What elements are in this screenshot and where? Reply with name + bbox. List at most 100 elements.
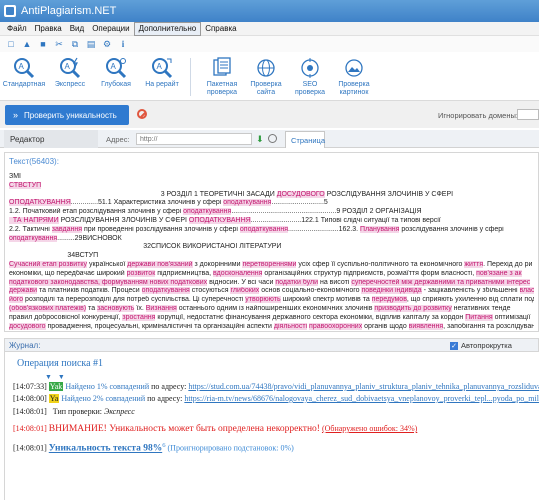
copy-icon[interactable]: ⧉ — [70, 39, 80, 49]
search-engine-badge: Yak — [48, 382, 64, 391]
highlighted-fragment: Питання — [465, 313, 493, 321]
text-line: держави та платників податків. Процеси о… — [9, 287, 534, 296]
svg-text:A: A — [65, 62, 71, 71]
highlighted-fragment: передумов — [371, 296, 407, 304]
check-rewrite-button[interactable]: A На рерайт — [140, 54, 184, 89]
download-icon[interactable]: ⬇ — [256, 134, 264, 145]
check-uniqueness-label: Проверить уникальность — [24, 110, 117, 120]
check-rewrite-label: На рерайт — [145, 81, 179, 88]
site-check-label: Проверка сайта — [250, 81, 282, 96]
text-fragment: української — [87, 260, 128, 268]
highlighted-fragment: розвиток — [126, 269, 156, 277]
check-uniqueness-button[interactable]: » Проверить уникальность — [5, 105, 129, 125]
check-express-button[interactable]: A Экспресс — [48, 54, 92, 89]
new-icon[interactable]: □ — [6, 39, 16, 49]
log-time: [14:08:01] — [13, 424, 47, 433]
stop-icon[interactable] — [137, 109, 147, 119]
highlighted-fragment: оподаткування — [223, 199, 272, 207]
text-fragment: : Р.С. Белкина, Г.М. Бірюкова, В — [420, 331, 524, 332]
highlighted-fragment: перетвореннями — [242, 260, 297, 268]
text-line: ОПОДАТКУВАННЯ..............51.1 Характер… — [9, 199, 534, 208]
address-input[interactable] — [136, 133, 252, 145]
text-line: його розподілі та перерозподілі для потр… — [9, 296, 534, 305]
menu-file[interactable]: Файл — [3, 23, 31, 35]
cut-icon[interactable]: ✂ — [54, 39, 64, 49]
text-line: досудового провадження, процесуальні, кр… — [9, 322, 534, 331]
highlighted-fragment: початковому — [9, 331, 50, 332]
text-fragment: 32СПИСОК ВИКОРИСТАНОЇ ЛІТЕРАТУРИ — [9, 243, 282, 251]
checkbox-checked-icon[interactable]: ✓ — [450, 341, 458, 350]
seo-check-button[interactable]: SEO проверка — [288, 54, 332, 97]
uniqueness-result[interactable]: Уникальность текста 98% — [49, 444, 162, 454]
text-line: 2.2. Тактичні завдання при проведенні ро… — [9, 225, 534, 235]
highlighted-fragment: Планування — [360, 225, 400, 233]
batch-check-button[interactable]: Пакетная проверка — [200, 54, 244, 97]
magnifier-a-deep-icon: A — [106, 58, 127, 79]
batch-check-label: Пакетная проверка — [206, 81, 238, 96]
menu-operations[interactable]: Операции — [88, 23, 133, 35]
highlighted-fragment: поведінки індивіда — [361, 287, 422, 295]
menu-help[interactable]: Справка — [201, 23, 240, 35]
log-url-link[interactable]: https://stud.com.ua/74438/pravo/vidi_pla… — [188, 382, 539, 391]
text-fragment: розподілі та перерозподілі для потреб су… — [23, 296, 246, 304]
seo-check-label: SEO проверка — [294, 81, 326, 96]
highlighted-fragment: судочинства — [119, 331, 159, 332]
highlighted-fragment: діяльності — [273, 322, 308, 330]
text-fragment: ...........................5 — [271, 199, 328, 207]
error-count-link[interactable]: (Обнаружено ошибок: 34%) — [322, 424, 417, 433]
warning-text: ВНИМАНИЕ! Уникальность может быть опреде… — [48, 424, 320, 434]
image-check-button[interactable]: Проверка картинок — [332, 54, 376, 97]
text-fragment: стосуються — [189, 287, 231, 295]
menu-edit[interactable]: Правка — [31, 23, 66, 35]
log-time: [14:08:00] — [13, 394, 47, 403]
tab-editor[interactable]: Редактор — [4, 130, 98, 148]
text-line: СТВСТУП — [9, 181, 534, 191]
ignored-substitutions: (Проигнорировано подстановок: 0%) — [167, 443, 294, 453]
menu-additional[interactable]: Дополнительно — [133, 21, 202, 36]
text-fragment: негативних тенде — [451, 304, 511, 312]
text-line: (обов'язкових платежів) та засновують їх… — [9, 304, 534, 314]
open-icon[interactable]: ▲ — [22, 39, 32, 49]
log-url-link[interactable]: https://ria-m.tv/news/68676/nalogovaya_c… — [184, 394, 539, 403]
image-check-label: Проверка картинок — [338, 81, 370, 96]
autoscroll-toggle[interactable]: ✓ Автопрокрутка — [450, 341, 512, 350]
text-fragment: та платників податків. Процеси — [37, 287, 142, 295]
autoscroll-label: Автопрокрутка — [461, 341, 512, 350]
check-deep-button[interactable]: A Глубокая — [94, 54, 138, 89]
text-fragment: організаційних структур підприємств, роз… — [262, 269, 477, 277]
paste-icon[interactable]: ▤ — [86, 39, 96, 49]
info-icon[interactable]: i — [118, 39, 128, 49]
ignore-domains-input[interactable] — [517, 109, 539, 120]
site-check-icon — [257, 59, 275, 77]
check-type-label: Тип проверки: — [52, 407, 104, 416]
expand-arrows-icon[interactable]: ▼▼ — [45, 373, 71, 381]
double-chevron-icon: » — [13, 110, 19, 120]
magnifier-a-lightning-icon: A — [60, 57, 81, 79]
highlighted-fragment: призводить до розвитку — [374, 304, 452, 312]
text-fragment: останнього одним із найпоширеніших еконо… — [176, 304, 375, 312]
address-stop-icon[interactable] — [268, 134, 277, 143]
text-fragment: .........29ВИСНОВОК — [57, 234, 122, 242]
highlighted-fragment: працях — [286, 331, 309, 332]
magnifier-a-rewrite-icon: A — [152, 58, 173, 79]
check-standard-button[interactable]: A Стандартная — [2, 54, 46, 89]
result-superscript: 6 — [162, 442, 166, 449]
settings-icon[interactable]: ⚙ — [102, 39, 112, 49]
highlighted-fragment: ТА НАПРЯМИ — [9, 216, 59, 224]
svg-text:A: A — [111, 62, 117, 71]
log-entry: [14:08:01] ВНИМАНИЕ! Уникальность может … — [13, 424, 417, 434]
image-check-icon — [345, 59, 363, 77]
text-editor[interactable]: Текст(56403): ЗМІ СТВСТУП 3 РОЗДІЛ 1 ТЕОР… — [4, 152, 539, 332]
text-fragment: , що сприяють ухиленню від сплати под — [406, 296, 534, 304]
text-fragment: у — [279, 331, 286, 332]
highlighted-fragment: держави — [9, 287, 38, 295]
journal-header: Журнал: ✓ Автопрокрутка — [4, 338, 539, 352]
log-entry: [14:08:01] Уникальность текста 98%6 (Про… — [13, 442, 294, 454]
highlighted-fragment: СТВСТУП — [9, 181, 42, 189]
operation-title: Операция поиска #1 — [17, 358, 104, 369]
menu-view[interactable]: Вид — [66, 23, 88, 35]
tab-page[interactable]: Страница — [285, 131, 325, 148]
log-entry: [14:08:00] Ya Найдено 2% совпадений по а… — [13, 394, 539, 403]
save-icon[interactable]: ■ — [38, 39, 48, 49]
site-check-button[interactable]: Проверка сайта — [244, 54, 288, 97]
